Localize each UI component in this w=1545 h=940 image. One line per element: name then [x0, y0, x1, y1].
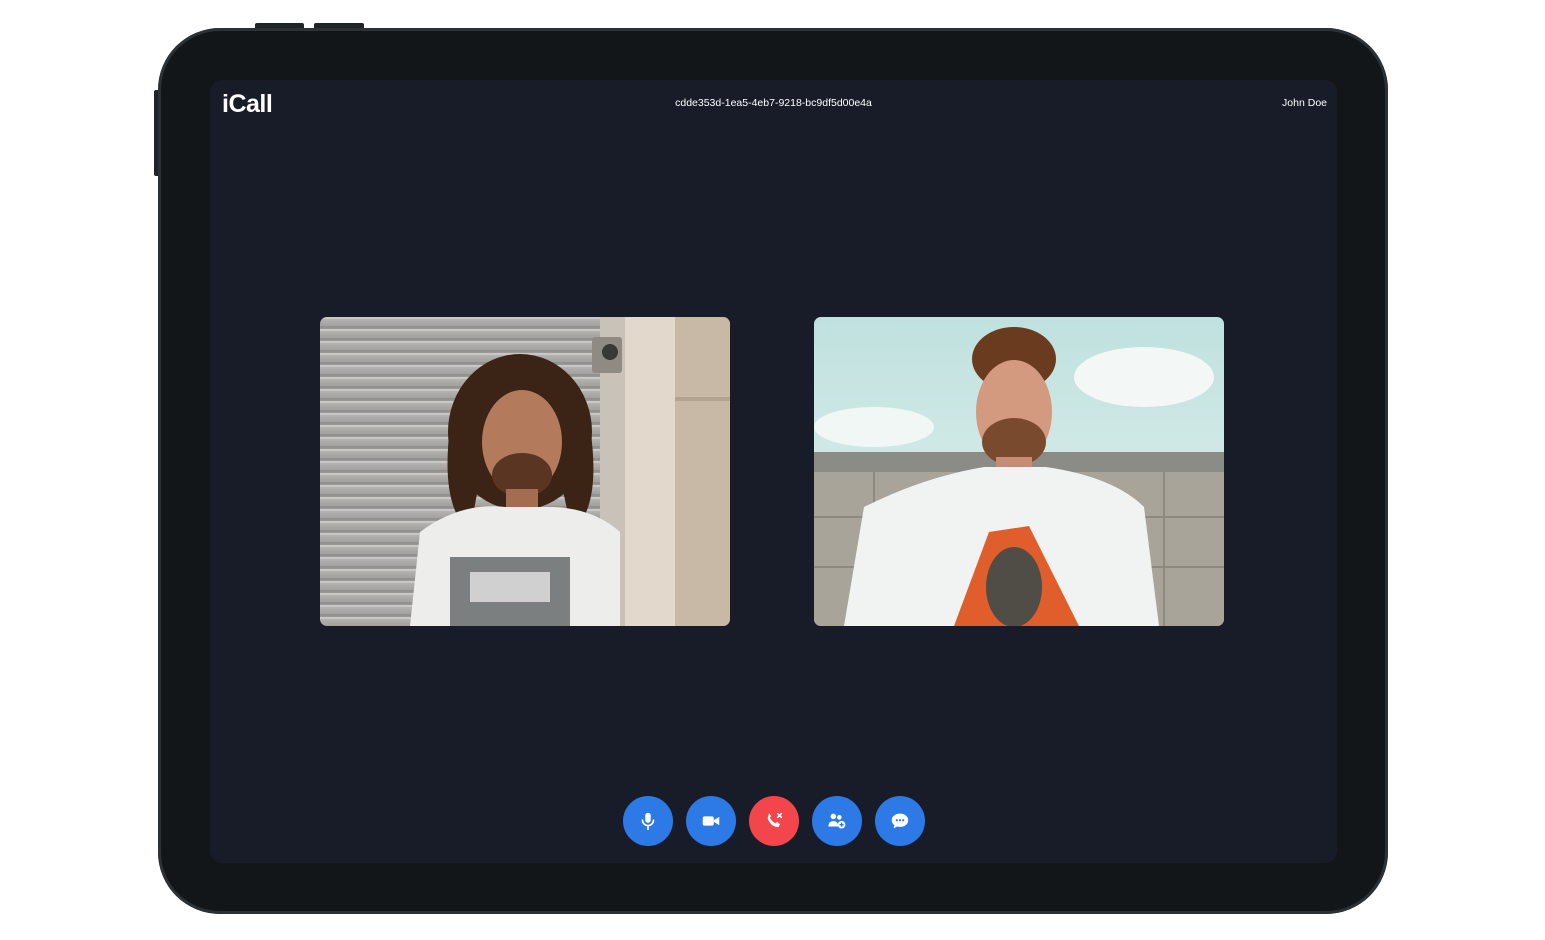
call-controls: [210, 796, 1337, 846]
video-feed: [814, 317, 1224, 626]
participant-video-2[interactable]: [814, 317, 1224, 626]
video-camera-icon: [702, 816, 719, 826]
camera-button[interactable]: [685, 796, 736, 846]
add-participant-button[interactable]: [811, 796, 862, 846]
device-mockup: iCall cdde353d-1ea5-4eb7-9218-bc9df5d00e…: [0, 0, 1545, 940]
chat-button[interactable]: [874, 796, 925, 846]
end-call-button[interactable]: [748, 796, 799, 846]
chat-bubble-icon: [891, 813, 908, 829]
mute-button[interactable]: [622, 796, 673, 846]
call-id: cdde353d-1ea5-4eb7-9218-bc9df5d00e4a: [675, 97, 872, 109]
phone-hangup-icon: [767, 812, 782, 827]
user-name: John Doe: [1282, 97, 1327, 109]
participant-video-1[interactable]: [320, 317, 730, 626]
microphone-icon: [641, 812, 654, 831]
add-user-icon: [827, 813, 845, 829]
video-feed: [320, 317, 730, 626]
call-screen: iCall cdde353d-1ea5-4eb7-9218-bc9df5d00e…: [210, 80, 1337, 863]
